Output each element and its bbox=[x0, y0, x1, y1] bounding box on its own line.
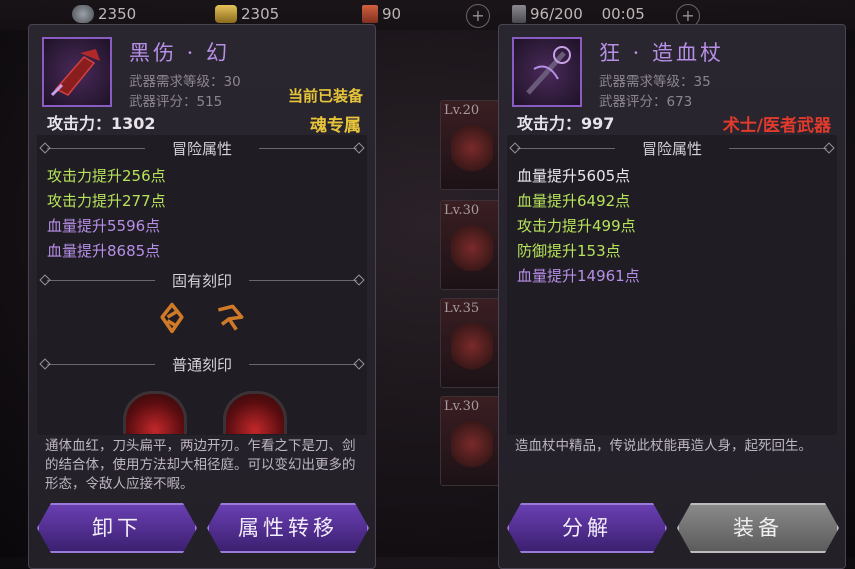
adventure-attributes-header: 冒险属性 bbox=[507, 137, 837, 159]
energy-resource: 96/200 00:05 bbox=[512, 5, 645, 23]
weapon-class-tag: 术士/医者武器 bbox=[722, 116, 831, 136]
equipped-weapon-panel: 黑伤 · 幻 武器需求等级：30 武器评分：515 当前已装备 攻击力：1302… bbox=[28, 24, 376, 569]
attribute-line: 攻击力提升256点 bbox=[47, 167, 166, 185]
attack-value: 攻击力：1302 bbox=[47, 114, 156, 133]
attribute-line: 攻击力提升277点 bbox=[47, 192, 166, 210]
weapon-thumbnail bbox=[451, 123, 493, 173]
weapon-description: 造血杖中精品，传说此杖能再造人身，起死回生。 bbox=[515, 438, 812, 454]
weapon-thumbnail bbox=[451, 321, 493, 371]
weapon-thumbnail bbox=[451, 419, 493, 469]
silver-resource: 2350 bbox=[72, 5, 136, 23]
card-icon bbox=[362, 5, 378, 23]
weapon-score: 武器评分：673 bbox=[599, 94, 693, 110]
seal-socket[interactable] bbox=[223, 391, 287, 434]
compare-weapon-panel: 狂 · 造血杖 武器需求等级：35 武器评分：673 攻击力：997 术士/医者… bbox=[498, 24, 846, 569]
weapon-slot[interactable]: Lv.30 bbox=[440, 200, 504, 290]
unequip-button[interactable]: 卸下 bbox=[37, 503, 197, 553]
adventure-attributes-header: 冒险属性 bbox=[37, 137, 367, 159]
weapon-staff-icon bbox=[512, 37, 582, 107]
attribute-line: 血量提升14961点 bbox=[517, 267, 640, 285]
weapon-score: 武器评分：515 bbox=[129, 94, 223, 110]
weapon-thumbnail bbox=[451, 223, 493, 273]
weapon-slot[interactable]: Lv.35 bbox=[440, 298, 504, 388]
attribute-line: 防御提升153点 bbox=[517, 242, 621, 260]
energy-icon bbox=[512, 5, 526, 23]
equipped-status: 当前已装备 bbox=[287, 87, 363, 105]
normal-seal-header: 普通刻印 bbox=[37, 353, 367, 375]
attribute-line: 血量提升8685点 bbox=[47, 242, 161, 260]
add-resource-button[interactable]: + bbox=[466, 4, 490, 28]
attack-value: 攻击力：997 bbox=[517, 114, 615, 133]
decompose-button[interactable]: 分解 bbox=[507, 503, 667, 553]
weapon-required-level: 武器需求等级：30 bbox=[129, 74, 241, 90]
attribute-line: 血量提升5605点 bbox=[517, 167, 631, 185]
inherent-seal-rune-icon bbox=[160, 302, 184, 334]
silver-coin-icon bbox=[72, 5, 94, 23]
attributes-section: 冒险属性 攻击力提升256点 攻击力提升277点 血量提升5596点 血量提升8… bbox=[37, 135, 367, 435]
weapon-description: 通体血红，刀头扁平，两边开刃。乍看之下是刀、剑的结合体，使用方法却大相径庭。可以… bbox=[45, 438, 356, 492]
seal-socket[interactable] bbox=[123, 391, 187, 434]
equip-button[interactable]: 装备 bbox=[677, 503, 839, 553]
weapon-exclusive-tag: 魂专属 bbox=[310, 116, 361, 136]
gold-ingot-icon bbox=[215, 5, 237, 23]
inherent-seal-rune-icon bbox=[217, 304, 244, 331]
card-resource: 90 bbox=[362, 5, 401, 23]
weapon-name: 黑伤 · 幻 bbox=[129, 41, 231, 65]
attribute-line: 血量提升6492点 bbox=[517, 192, 631, 210]
weapon-slot[interactable]: Lv.20 bbox=[440, 100, 504, 190]
attribute-transfer-button[interactable]: 属性转移 bbox=[207, 503, 369, 553]
weapon-name: 狂 · 造血杖 bbox=[599, 41, 725, 65]
gold-resource: 2305 bbox=[215, 5, 279, 23]
attribute-line: 攻击力提升499点 bbox=[517, 217, 636, 235]
energy-timer: 00:05 bbox=[601, 5, 645, 23]
attributes-section: 冒险属性 血量提升5605点 血量提升6492点 攻击力提升499点 防御提升1… bbox=[507, 135, 837, 435]
weapon-required-level: 武器需求等级：35 bbox=[599, 74, 711, 90]
attribute-line: 血量提升5596点 bbox=[47, 217, 161, 235]
inherent-seal-header: 固有刻印 bbox=[37, 269, 367, 291]
weapon-blade-icon bbox=[42, 37, 112, 107]
weapon-slot[interactable]: Lv.30 bbox=[440, 396, 504, 486]
